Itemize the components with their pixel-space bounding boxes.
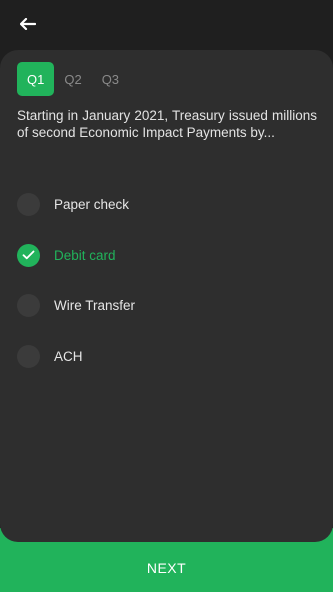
option-paper-check[interactable]: Paper check [17, 179, 317, 230]
checkmark-icon [22, 250, 35, 260]
back-button[interactable] [14, 10, 42, 38]
answer-options: Paper check Debit card Wire Transfer ACH [17, 179, 317, 382]
question-tabs: Q1 Q2 Q3 [17, 62, 129, 96]
option-wire-transfer[interactable]: Wire Transfer [17, 281, 317, 332]
radio-button[interactable] [17, 294, 40, 318]
option-label: Wire Transfer [54, 298, 136, 314]
radio-button-checked[interactable] [17, 243, 40, 267]
tab-q1[interactable]: Q1 [17, 62, 55, 96]
option-label: Paper check [54, 196, 130, 212]
option-label: Debit card [54, 247, 116, 263]
quiz-screen: NEXT Q1 Q2 Q3 Starting in January 2021, … [0, 0, 333, 592]
radio-button[interactable] [17, 345, 40, 369]
question-card: Q1 Q2 Q3 Starting in January 2021, Treas… [0, 50, 333, 542]
tab-q2[interactable]: Q2 [54, 62, 91, 96]
option-debit-card[interactable]: Debit card [17, 230, 317, 281]
question-text: Starting in January 2021, Treasury issue… [17, 108, 317, 140]
top-bar [0, 0, 333, 50]
radio-button[interactable] [17, 192, 40, 216]
option-ach[interactable]: ACH [17, 331, 317, 382]
option-label: ACH [54, 349, 83, 365]
arrow-left-icon [20, 18, 36, 30]
tab-q3[interactable]: Q3 [92, 62, 129, 96]
